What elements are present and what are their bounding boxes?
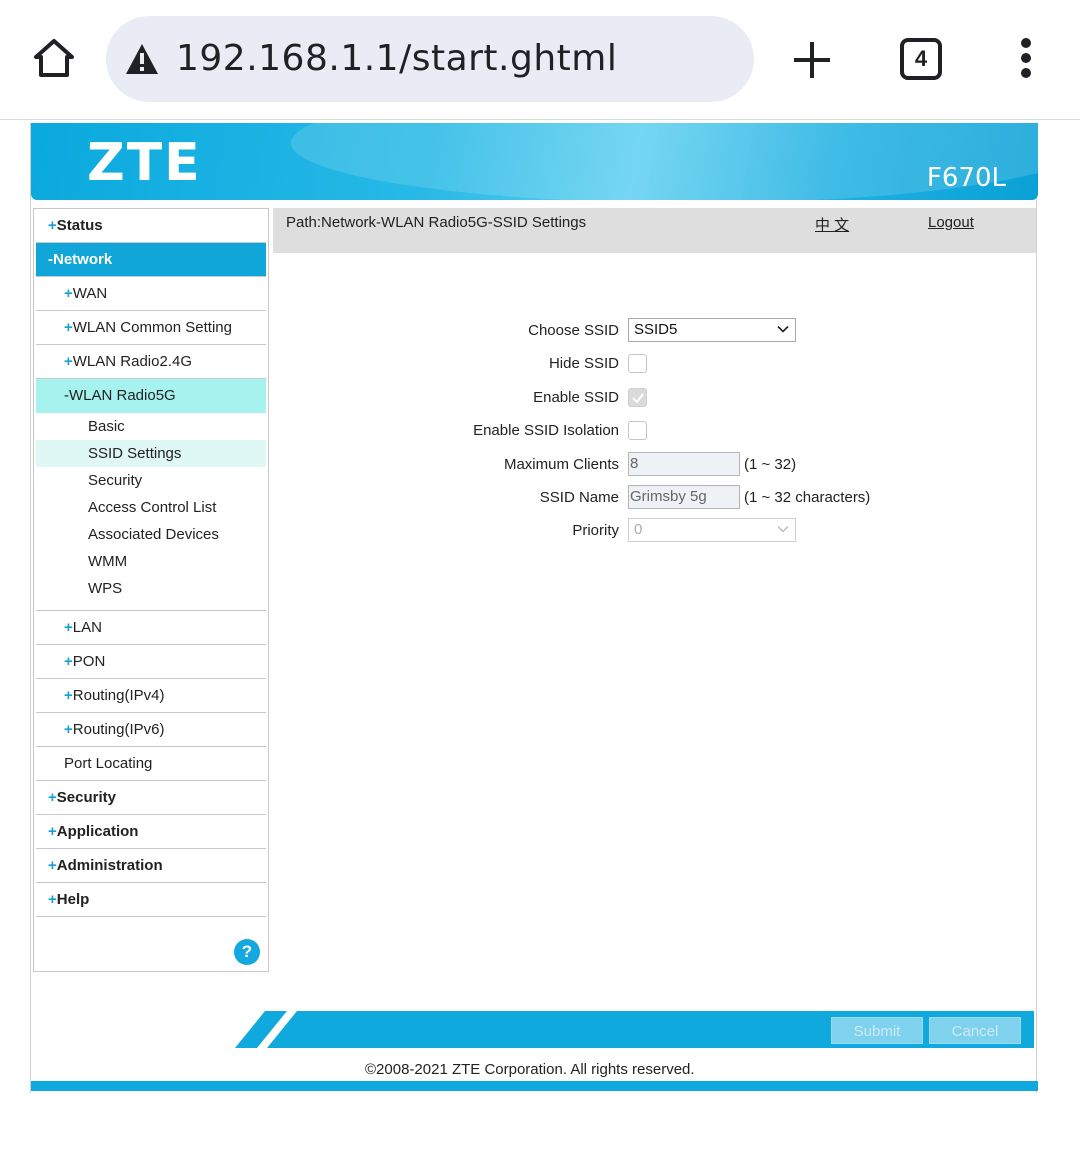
browser-toolbar: 192.168.1.1/start.ghtml 4 <box>0 0 1080 120</box>
choose-ssid-select[interactable]: SSID5 <box>628 318 796 342</box>
nav-lan[interactable]: +LAN <box>36 611 266 645</box>
expand-plus-icon: + <box>64 619 73 636</box>
nav-wlan-24g[interactable]: +WLAN Radio2.4G <box>36 345 266 379</box>
bottom-divider <box>31 1081 1038 1091</box>
model-name: F670L <box>926 163 1006 193</box>
max-clients-label: Maximum Clients <box>503 456 619 473</box>
nav-associated-devices[interactable]: Associated Devices <box>36 521 266 548</box>
cancel-button[interactable]: Cancel <box>929 1017 1021 1044</box>
nav-wlan-5g[interactable]: -WLAN Radio5G <box>36 379 266 413</box>
ssid-name-hint: (1 ~ 32 characters) <box>744 489 871 506</box>
nav-routing-ipv4[interactable]: +Routing(IPv4) <box>36 679 266 713</box>
chevron-down-icon <box>777 325 789 333</box>
nav-security[interactable]: +Security <box>36 781 266 815</box>
choose-ssid-row: Choose SSID SSID5 <box>273 318 1036 344</box>
nav-port-locating[interactable]: Port Locating <box>36 747 266 781</box>
url-text[interactable]: 192.168.1.1/start.ghtml <box>176 38 617 79</box>
more-menu-icon[interactable] <box>1016 38 1036 82</box>
expand-plus-icon: + <box>48 217 57 234</box>
nav-administration[interactable]: +Administration <box>36 849 266 883</box>
nav-pon[interactable]: +PON <box>36 645 266 679</box>
priority-row: Priority 0 <box>273 518 1036 544</box>
ssid-isolation-row: Enable SSID Isolation <box>273 418 1036 444</box>
address-bar[interactable]: 192.168.1.1/start.ghtml <box>106 16 754 102</box>
nav-basic[interactable]: Basic <box>36 413 266 440</box>
ssid-isolation-label: Enable SSID Isolation <box>473 422 619 439</box>
home-icon[interactable] <box>28 32 80 84</box>
nav-access-control-list[interactable]: Access Control List <box>36 494 266 521</box>
nav-wlan-common[interactable]: +WLAN Common Setting <box>36 311 266 345</box>
expand-plus-icon: + <box>48 789 57 806</box>
nav-application[interactable]: +Application <box>36 815 266 849</box>
chevron-down-icon <box>777 526 789 533</box>
choose-ssid-label: Choose SSID <box>528 322 619 339</box>
ssid-isolation-checkbox[interactable] <box>628 421 647 440</box>
expand-plus-icon: + <box>64 653 73 670</box>
expand-plus-icon: + <box>64 319 73 336</box>
nav-wlan-security[interactable]: Security <box>36 467 266 494</box>
hide-ssid-row: Hide SSID <box>273 351 1036 377</box>
max-clients-input[interactable]: 8 <box>628 452 740 476</box>
wlan-5g-submenu: Basic SSID Settings Security Access Cont… <box>36 413 266 611</box>
priority-select[interactable]: 0 <box>628 518 796 542</box>
nav-wps[interactable]: WPS <box>36 575 266 602</box>
max-clients-hint: (1 ~ 32) <box>744 456 797 473</box>
hide-ssid-checkbox[interactable] <box>628 354 647 373</box>
enable-ssid-row: Enable SSID <box>273 385 1036 411</box>
tab-switcher-button[interactable]: 4 <box>900 38 942 80</box>
breadcrumb: Path:Network-WLAN Radio5G-SSID Settings <box>286 214 587 231</box>
expand-plus-icon: + <box>48 857 57 874</box>
expand-plus-icon: + <box>48 891 57 908</box>
enable-ssid-label: Enable SSID <box>533 389 619 406</box>
nav-wan[interactable]: +WAN <box>36 277 266 311</box>
zte-logo: ZTE <box>87 133 202 193</box>
ssid-name-row: SSID Name Grimsby 5g (1 ~ 32 characters) <box>273 485 1036 511</box>
help-icon[interactable]: ? <box>234 939 260 965</box>
ssid-name-input[interactable]: Grimsby 5g <box>628 485 740 509</box>
copyright-text: ©2008-2021 ZTE Corporation. All rights r… <box>365 1061 695 1078</box>
nav-status[interactable]: +Status <box>36 209 266 243</box>
priority-label: Priority <box>572 522 619 539</box>
sidebar-nav: +Status -Network +WAN +WLAN Common Setti… <box>33 208 269 972</box>
ssid-name-label: SSID Name <box>539 489 619 506</box>
footer-action-bar: Submit Cancel <box>235 1011 1034 1048</box>
header-banner: ZTE F670L <box>31 123 1038 200</box>
expand-plus-icon: + <box>64 285 73 302</box>
nav-network[interactable]: -Network <box>36 243 266 277</box>
nav-ssid-settings[interactable]: SSID Settings <box>36 440 266 467</box>
expand-plus-icon: + <box>48 823 57 840</box>
nav-routing-ipv6[interactable]: +Routing(IPv6) <box>36 713 266 747</box>
expand-plus-icon: + <box>64 721 73 738</box>
nav-wmm[interactable]: WMM <box>36 548 266 575</box>
warning-icon[interactable] <box>124 42 160 76</box>
enable-ssid-checkbox[interactable] <box>628 388 647 407</box>
new-tab-icon[interactable] <box>790 38 834 82</box>
router-page: ZTE F670L +Status -Network +WAN +WLAN Co… <box>30 123 1038 1093</box>
language-link[interactable]: 中 文 <box>815 214 849 235</box>
expand-plus-icon: + <box>64 353 73 370</box>
expand-plus-icon: + <box>64 687 73 704</box>
nav-help[interactable]: +Help <box>36 883 266 917</box>
hide-ssid-label: Hide SSID <box>548 355 619 372</box>
checkmark-icon <box>632 393 644 404</box>
submit-button[interactable]: Submit <box>831 1017 923 1044</box>
path-bar: Path:Network-WLAN Radio5G-SSID Settings … <box>273 208 1036 253</box>
max-clients-row: Maximum Clients 8 (1 ~ 32) <box>273 452 1036 478</box>
logout-link[interactable]: Logout <box>928 214 974 231</box>
